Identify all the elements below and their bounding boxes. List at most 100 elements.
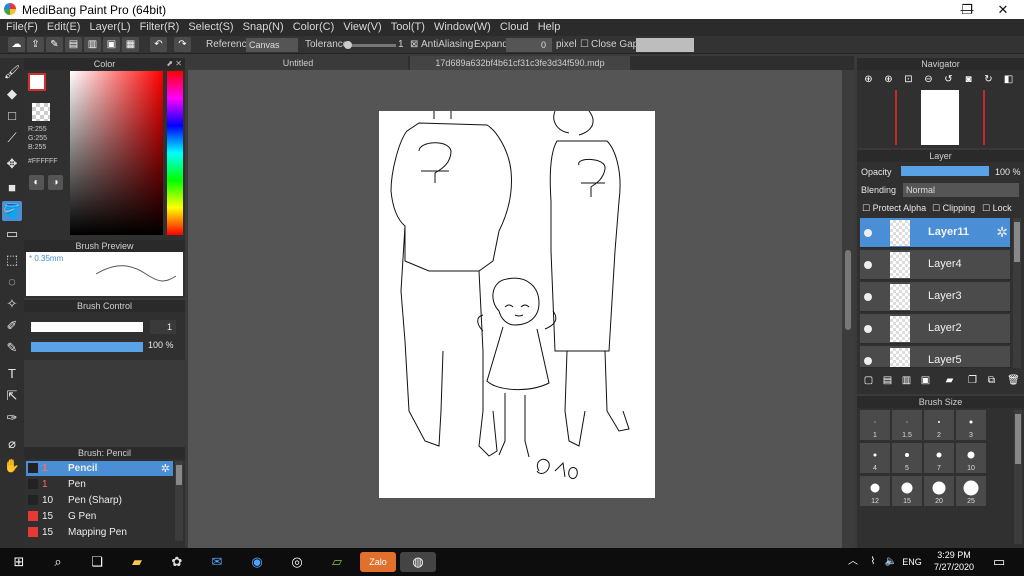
rotate-right-icon[interactable]: ↻ (980, 72, 997, 87)
new-layer-icon[interactable]: ▢ (860, 373, 877, 388)
layer-item-layer3[interactable]: Layer3 (860, 282, 1010, 312)
layer-item-layer4[interactable]: Layer4 (860, 250, 1010, 280)
layer-opacity-slider[interactable] (901, 166, 989, 176)
operation-tool-icon[interactable]: ⇱ (2, 386, 22, 406)
undo-icon[interactable]: ↶ (150, 37, 167, 52)
transparent-color-swatch[interactable] (32, 103, 50, 121)
menu-tool[interactable]: Tool(T) (391, 19, 425, 36)
visibility-icon[interactable] (864, 261, 872, 269)
brush-size-option[interactable]: 4 (860, 443, 890, 473)
chrome-icon[interactable]: ◎ (286, 552, 308, 572)
select-tool-icon[interactable]: ⬚ (2, 250, 22, 270)
panel-close-icon[interactable]: ⬈ ✕ (166, 58, 182, 70)
brush-item-pen-sharp[interactable]: 10 Pen (Sharp) (26, 493, 173, 508)
file-explorer-icon[interactable]: ▰ (126, 552, 148, 572)
brush-size-option[interactable]: 3 (956, 410, 986, 440)
brush-size-option[interactable]: 1.5 (892, 410, 922, 440)
zoom-out-icon[interactable]: ⊖ (920, 72, 937, 87)
volume-icon[interactable]: 🔈 (880, 552, 902, 572)
menu-cloud[interactable]: Cloud (500, 19, 529, 36)
tab-untitled[interactable]: Untitled (188, 56, 408, 70)
zoom-in-alt-icon[interactable]: ⊕ (880, 72, 897, 87)
close-gaps-slider[interactable] (636, 38, 694, 52)
menu-edit[interactable]: Edit(E) (47, 19, 81, 36)
reset-view-icon[interactable]: ◙ (960, 72, 977, 87)
rotate-left-icon[interactable]: ↺ (940, 72, 957, 87)
line-tool-icon[interactable]: ⟋ (2, 128, 22, 148)
notification-icon[interactable]: ▭ (988, 552, 1010, 572)
show-hidden-icons-icon[interactable]: ︿ (842, 552, 864, 572)
language-indicator[interactable]: ENG (900, 552, 924, 572)
canvas-vertical-scrollbar[interactable] (842, 70, 854, 548)
zalo-icon[interactable]: Zalo (360, 552, 396, 572)
trash-icon[interactable]: 🗑 (1005, 373, 1022, 388)
new-color-layer-icon[interactable]: ▤ (879, 373, 896, 388)
brush-list-scrollbar[interactable] (175, 461, 183, 541)
lock-checkbox[interactable]: ☐ Lock (982, 203, 1012, 214)
new-halftone-layer-icon[interactable]: ▥ (898, 373, 915, 388)
redo-icon[interactable]: ↷ (174, 37, 191, 52)
mail-icon[interactable]: ✉ (206, 552, 228, 572)
clock-date[interactable]: 7/27/2020 (930, 562, 978, 572)
duplicate-layer-icon[interactable]: ❐ (964, 373, 981, 388)
layer-list-scrollbar[interactable] (1013, 218, 1021, 368)
menu-select[interactable]: Select(S) (188, 19, 233, 36)
layer-item-layer5[interactable]: Layer5 (860, 346, 1010, 368)
layer-item-layer11[interactable]: Layer11 ✲ (860, 218, 1010, 248)
close-gaps-checkbox[interactable]: ☐ (580, 39, 589, 50)
expand-input[interactable]: 0 (506, 38, 552, 52)
brush-item-mapping-pen[interactable]: 15 Mapping Pen (26, 525, 173, 540)
magic-wand-tool-icon[interactable]: ✧ (2, 294, 22, 314)
close-button[interactable]: ✕ (980, 0, 1024, 19)
visibility-icon[interactable] (864, 357, 872, 365)
dot-tool-icon[interactable]: □ (2, 106, 22, 126)
drawing-canvas[interactable] (379, 111, 655, 498)
brush-size-option[interactable]: 12 (860, 476, 890, 506)
cloud-icon[interactable]: ☁ (8, 37, 25, 52)
tolerance-slider[interactable] (344, 41, 396, 49)
protect-alpha-checkbox[interactable]: ☐ Protect Alpha (862, 203, 926, 214)
brush-size-option[interactable]: 10 (956, 443, 986, 473)
layer-settings-gear-icon[interactable]: ✲ (996, 224, 1008, 241)
saturation-value-picker[interactable] (70, 71, 163, 235)
brush-size-option[interactable]: 25 (956, 476, 986, 506)
reference-select[interactable]: Canvas (246, 38, 298, 52)
windows-start-icon[interactable]: ⊞ (8, 552, 30, 572)
foreground-color-swatch[interactable] (28, 73, 46, 91)
menu-window[interactable]: Window(W) (434, 19, 491, 36)
export-icon[interactable]: ▣ (103, 37, 120, 52)
blending-select[interactable]: Normal (903, 183, 1019, 197)
layer-item-layer2[interactable]: Layer2 (860, 314, 1010, 344)
color-wheel-icon[interactable]: ◐ (29, 175, 44, 190)
fit-icon[interactable]: ⊡ (900, 72, 917, 87)
zoom-in-icon[interactable]: ⊕ (860, 72, 877, 87)
visibility-icon[interactable] (864, 229, 872, 237)
navigator-thumbnail[interactable] (921, 90, 959, 145)
search-icon[interactable]: ⌕ (47, 552, 69, 572)
canvas-viewport[interactable] (188, 70, 842, 548)
menu-help[interactable]: Help (538, 19, 561, 36)
eyedropper-tool-icon[interactable]: ⌀ (2, 434, 22, 454)
paint-app-icon[interactable]: ✿ (166, 552, 188, 572)
clock-time[interactable]: 3:29 PM (932, 550, 976, 560)
hand-tool-icon[interactable]: ✋ (2, 456, 22, 476)
eraser-tool-icon[interactable]: ◆ (2, 84, 22, 104)
lasso-tool-icon[interactable]: ◌ (2, 272, 22, 292)
brush-size-option[interactable]: 1 (860, 410, 890, 440)
brush-size-option[interactable]: 2 (924, 410, 954, 440)
document-icon[interactable]: ▥ (84, 37, 101, 52)
gradient-tool-icon[interactable]: ▭ (2, 224, 22, 244)
brush-size-value[interactable]: 1 (150, 320, 176, 334)
brush-item-pen[interactable]: 1 Pen (26, 477, 173, 492)
brush-size-option[interactable]: 20 (924, 476, 954, 506)
brush-size-option[interactable]: 7 (924, 443, 954, 473)
brush-tool-icon[interactable]: 🖌 (2, 62, 22, 82)
medibang-taskbar-icon[interactable]: ◍ (400, 552, 436, 572)
brush-size-option[interactable]: 5 (892, 443, 922, 473)
fill-shape-tool-icon[interactable]: ■ (2, 178, 22, 198)
divide-tool-icon[interactable]: ✑ (2, 408, 22, 428)
brush-size-slider[interactable] (31, 322, 143, 332)
move-tool-icon[interactable]: ✥ (2, 154, 22, 174)
text-tool-icon[interactable]: T (2, 364, 22, 384)
menu-layer[interactable]: Layer(L) (90, 19, 131, 36)
